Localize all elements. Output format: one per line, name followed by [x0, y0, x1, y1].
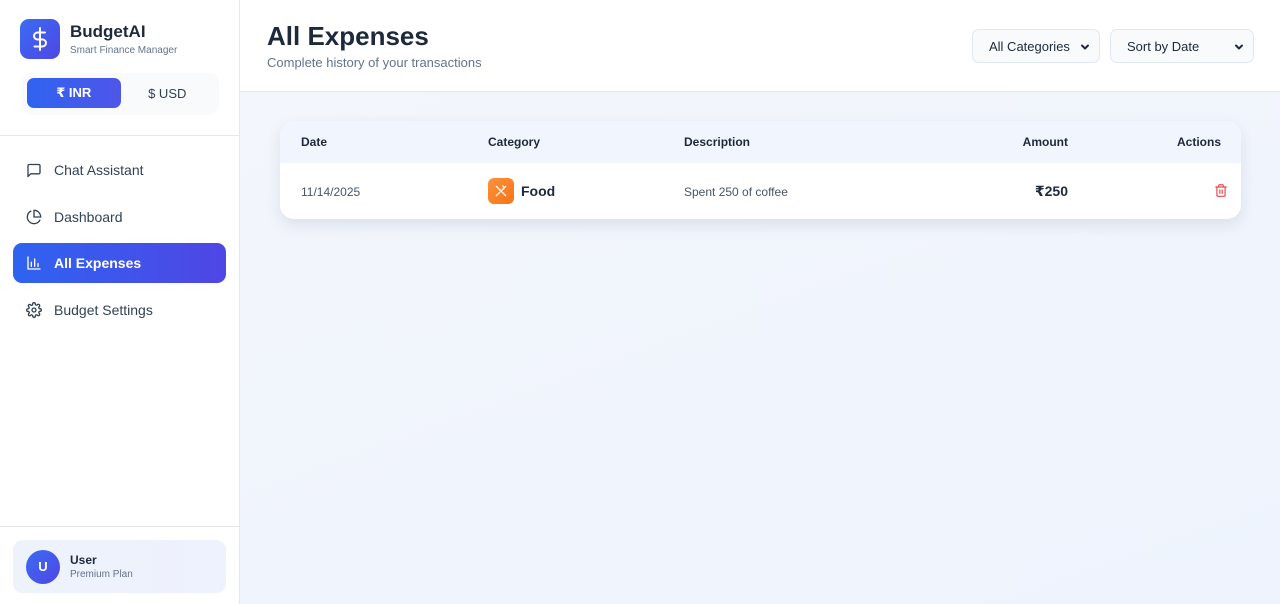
column-header-date[interactable]: Date	[301, 135, 327, 149]
sort-value: Sort by Date	[1127, 38, 1200, 54]
brand-name: BudgetAI	[70, 21, 146, 41]
sidebar-item-label: Chat Assistant	[54, 162, 144, 178]
sidebar-item-budget-settings[interactable]: Budget Settings	[13, 290, 226, 330]
sidebar-item-dashboard[interactable]: Dashboard	[13, 197, 226, 237]
chevron-down-icon	[1079, 41, 1091, 56]
currency-inr-button[interactable]: ₹ INR	[27, 78, 121, 108]
table-row[interactable]: 11/14/2025 Food Spent 250 of coffee ₹250	[280, 163, 1241, 219]
chat-icon	[26, 162, 42, 178]
table-header: Date Category Description Amount Actions	[280, 121, 1241, 163]
pie-chart-icon	[26, 209, 42, 225]
sidebar-nav: Chat Assistant Dashboard All Expenses Bu…	[13, 150, 226, 337]
column-header-category[interactable]: Category	[488, 135, 540, 149]
avatar: U	[26, 549, 60, 584]
bar-chart-icon	[26, 255, 42, 271]
sidebar: BudgetAI Smart Finance Manager ₹ INR $ U…	[0, 0, 240, 604]
chevron-down-icon	[1233, 41, 1245, 56]
currency-toggle: ₹ INR $ USD	[22, 73, 219, 115]
expense-amount: ₹250	[1034, 183, 1068, 199]
sidebar-item-label: All Expenses	[54, 255, 142, 272]
sidebar-item-chat-assistant[interactable]: Chat Assistant	[13, 150, 226, 190]
category-filter-select[interactable]: All Categories	[972, 29, 1100, 63]
expense-description: Spent 250 of coffee	[684, 185, 788, 199]
page-title: All Expenses	[267, 21, 429, 51]
column-header-actions: Actions	[1176, 135, 1221, 149]
expense-category: Food	[488, 178, 555, 204]
user-name: User	[70, 553, 97, 567]
sidebar-item-label: Dashboard	[54, 208, 123, 225]
trash-icon	[1214, 183, 1228, 201]
category-filter-value: All Categories	[989, 38, 1070, 54]
user-plan: Premium Plan	[70, 569, 133, 580]
brand-subtitle: Smart Finance Manager	[70, 44, 178, 56]
column-header-amount[interactable]: Amount	[1023, 135, 1068, 149]
column-header-description[interactable]: Description	[684, 135, 750, 149]
sort-select[interactable]: Sort by Date	[1110, 29, 1254, 63]
gear-icon	[26, 302, 42, 318]
page-subtitle: Complete history of your transactions	[267, 55, 482, 70]
page-header: All Expenses Complete history of your tr…	[240, 0, 1280, 92]
expenses-table: Date Category Description Amount Actions…	[280, 121, 1241, 219]
user-card[interactable]: U User Premium Plan	[13, 540, 226, 593]
category-label: Food	[521, 183, 556, 199]
sidebar-item-all-expenses[interactable]: All Expenses	[13, 243, 226, 284]
dollar-icon	[20, 19, 60, 59]
sidebar-item-label: Budget Settings	[54, 302, 153, 319]
utensils-icon	[488, 178, 514, 204]
expense-date: 11/14/2025	[301, 185, 361, 199]
sidebar-divider	[0, 135, 239, 136]
sidebar-divider	[0, 526, 239, 527]
main-content: Date Category Description Amount Actions…	[240, 93, 1280, 604]
brand: BudgetAI Smart Finance Manager	[20, 19, 177, 59]
currency-usd-button[interactable]: $ USD	[121, 78, 215, 108]
